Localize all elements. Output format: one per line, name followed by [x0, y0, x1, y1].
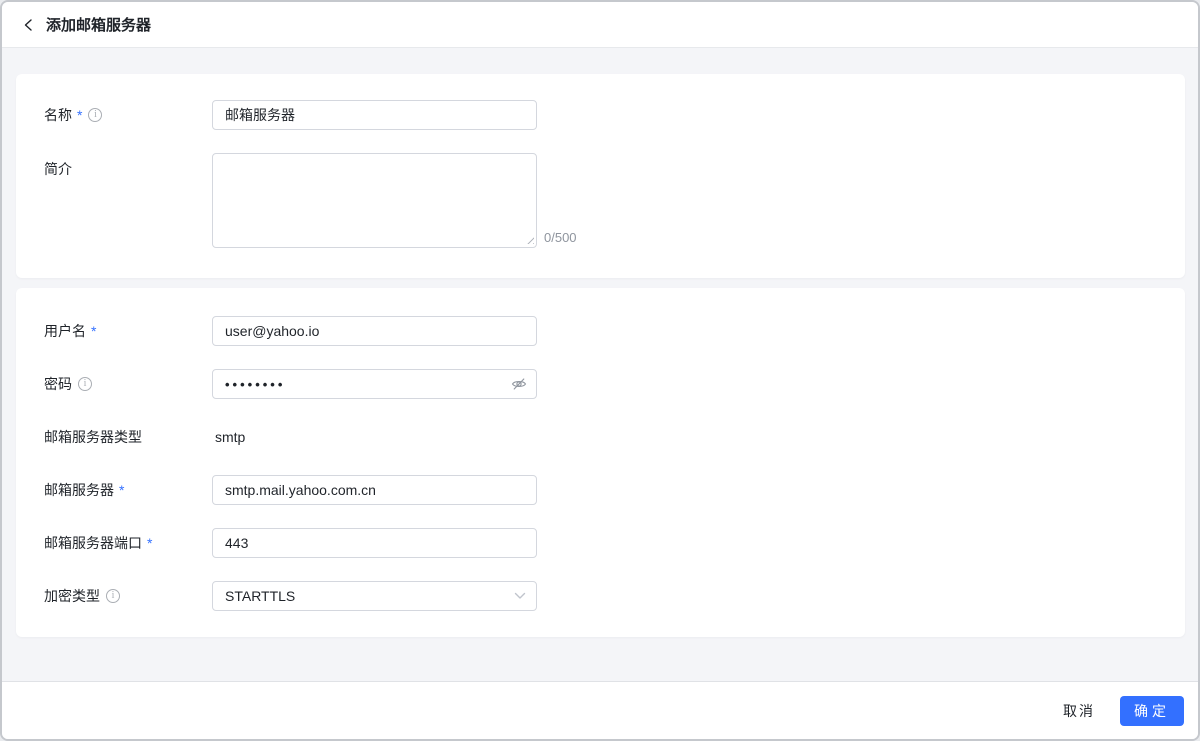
description-label: 简介	[44, 153, 212, 179]
server-type-label-text: 邮箱服务器类型	[44, 429, 142, 445]
field-name: 名称 * i	[44, 100, 1157, 130]
content: 名称 * i 简介 0/500 用户名	[2, 48, 1198, 681]
field-server-type: 邮箱服务器类型 smtp	[44, 422, 1157, 452]
back-button[interactable]	[22, 18, 35, 32]
password-label: 密码 i	[44, 374, 212, 394]
required-asterisk: *	[147, 535, 153, 551]
encryption-label-text: 加密类型	[44, 588, 100, 604]
host-label-text: 邮箱服务器	[44, 482, 114, 498]
chevron-left-icon	[22, 18, 35, 32]
info-icon[interactable]: i	[88, 108, 103, 122]
host-input[interactable]	[212, 475, 537, 505]
chevron-down-icon	[514, 592, 526, 600]
encryption-label: 加密类型 i	[44, 586, 212, 606]
username-label-text: 用户名	[44, 323, 86, 339]
field-host: 邮箱服务器 *	[44, 475, 1157, 505]
field-username: 用户名 *	[44, 316, 1157, 346]
password-input-wrap	[212, 369, 537, 399]
port-input[interactable]	[212, 528, 537, 558]
encryption-selected-value: STARTTLS	[225, 588, 296, 604]
username-label: 用户名 *	[44, 321, 212, 341]
char-counter: 0/500	[544, 230, 577, 245]
name-label: 名称 * i	[44, 105, 212, 125]
server-settings-card: 用户名 * 密码 i	[16, 288, 1185, 637]
password-label-text: 密码	[44, 376, 72, 392]
header: 添加邮箱服务器	[2, 2, 1198, 48]
server-type-label: 邮箱服务器类型	[44, 427, 212, 447]
info-icon[interactable]: i	[106, 589, 120, 603]
name-label-text: 名称	[44, 107, 72, 123]
description-textarea[interactable]	[212, 153, 537, 248]
field-encryption: 加密类型 i STARTTLS	[44, 581, 1157, 611]
toggle-password-button[interactable]	[511, 376, 527, 392]
username-input[interactable]	[212, 316, 537, 346]
host-label: 邮箱服务器 *	[44, 480, 212, 500]
encryption-select[interactable]: STARTTLS	[212, 581, 537, 611]
description-label-text: 简介	[44, 161, 72, 177]
field-password: 密码 i	[44, 369, 1157, 399]
password-input[interactable]	[212, 369, 537, 399]
required-asterisk: *	[91, 323, 97, 339]
eye-off-icon	[511, 376, 527, 392]
footer: 取消 确定	[2, 681, 1198, 739]
info-icon[interactable]: i	[78, 377, 92, 391]
description-textarea-wrap	[212, 153, 537, 248]
add-mail-server-page: 添加邮箱服务器 名称 * i 简介 0/500	[0, 0, 1200, 741]
required-asterisk: *	[77, 107, 83, 123]
server-type-value: smtp	[215, 429, 246, 445]
required-asterisk: *	[119, 482, 125, 498]
confirm-button[interactable]: 确定	[1120, 695, 1184, 726]
name-input[interactable]	[212, 100, 537, 130]
port-label-text: 邮箱服务器端口	[44, 535, 142, 551]
field-port: 邮箱服务器端口 *	[44, 528, 1157, 558]
page-title: 添加邮箱服务器	[46, 17, 152, 34]
basic-info-card: 名称 * i 简介 0/500	[16, 74, 1185, 278]
cancel-button[interactable]: 取消	[1063, 701, 1095, 721]
field-description: 简介 0/500	[44, 153, 1157, 248]
port-label: 邮箱服务器端口 *	[44, 533, 212, 553]
